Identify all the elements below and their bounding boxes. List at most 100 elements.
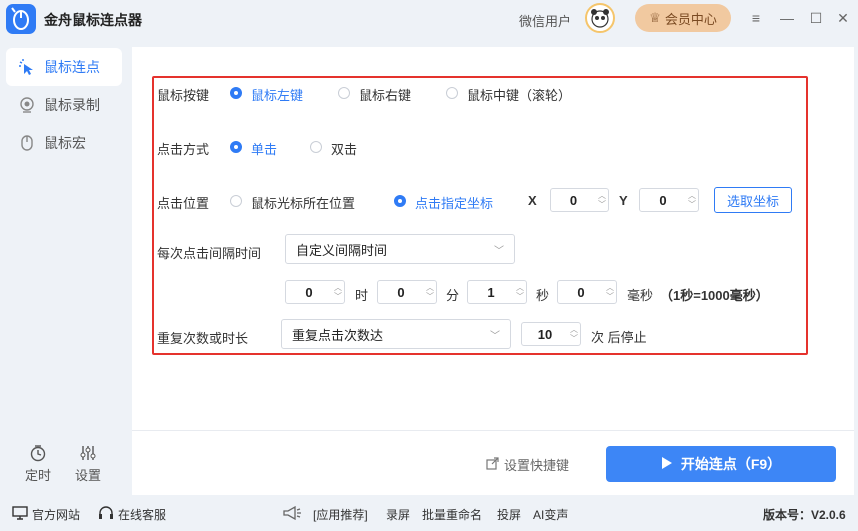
seconds-unit: 秒 — [536, 288, 550, 303]
headset-icon — [98, 506, 114, 523]
stepper-arrows-icon[interactable]: ︿ ﹀ — [424, 283, 436, 301]
option-single-click[interactable]: 单击 — [251, 139, 277, 158]
minutes-value: 0 — [397, 284, 405, 300]
interval-label: 每次点击间隔时间 — [157, 246, 262, 261]
user-name[interactable]: 微信用户 — [519, 11, 571, 30]
settings-label: 设置 — [74, 468, 101, 483]
x-value: 0 — [569, 192, 578, 208]
sidebar-item-macro[interactable]: 鼠标宏 — [6, 124, 122, 162]
chevron-down-icon: ﹀ — [494, 245, 504, 257]
app-recommend-label: [应用推荐] — [313, 508, 368, 522]
start-clicking-button[interactable]: 开始连点（F9） — [606, 446, 836, 482]
y-coordinate-stepper[interactable]: 0 ︿ ﹀ — [639, 188, 699, 212]
app-logo-icon — [6, 4, 36, 34]
website-label: 官方网站 — [32, 508, 81, 522]
footer-link-cast[interactable]: 投屏 — [497, 506, 521, 523]
milliseconds-value: 0 — [577, 284, 585, 300]
stepper-arrows-icon[interactable]: ︿ ﹀ — [686, 191, 698, 209]
monitor-icon — [12, 506, 28, 523]
radio-cursor-position[interactable] — [230, 195, 242, 207]
milliseconds-stepper[interactable]: 0 ︿ ﹀ — [557, 280, 617, 304]
sidebar-item-click[interactable]: 鼠标连点 — [6, 48, 122, 86]
x-coordinate-stepper[interactable]: 0 ︿ ﹀ — [550, 188, 609, 212]
seconds-value: 1 — [487, 284, 495, 300]
sidebar-item-label: 鼠标录制 — [44, 97, 100, 113]
pick-coordinate-button[interactable]: 选取坐标 — [714, 187, 792, 213]
play-icon — [661, 456, 673, 473]
footer-link-rename[interactable]: 批量重命名 — [422, 506, 482, 523]
repeat-count-value: 10 — [537, 326, 553, 342]
support-label: 在线客服 — [118, 508, 167, 522]
clock-icon — [18, 444, 58, 465]
crown-icon: ♕ — [649, 10, 661, 25]
click-mode-label: 点击方式 — [157, 142, 210, 157]
option-cursor-position[interactable]: 鼠标光标所在位置 — [251, 193, 355, 212]
sidebar-item-record[interactable]: 鼠标录制 — [6, 86, 122, 124]
settings-button[interactable]: 设置 — [68, 444, 108, 484]
radio-right-button[interactable] — [338, 87, 350, 99]
option-left-button[interactable]: 鼠标左键 — [251, 85, 303, 104]
app-title: 金舟鼠标连点器 — [44, 12, 142, 28]
stepper-arrows-icon[interactable]: ︿ ﹀ — [596, 191, 608, 209]
version-label: 版本号：V2.0.6 — [763, 508, 846, 522]
x-label: X — [528, 193, 537, 208]
interval-hint: （1秒=1000毫秒） — [660, 288, 769, 303]
sidebar-item-label: 鼠标宏 — [44, 135, 86, 151]
mouse-button-label: 鼠标按键 — [157, 88, 210, 103]
radio-double-click[interactable] — [310, 141, 322, 153]
hours-stepper[interactable]: 0 ︿ ﹀ — [285, 280, 345, 304]
hours-unit: 时 — [355, 288, 369, 303]
hours-value: 0 — [305, 284, 313, 300]
divider — [132, 430, 854, 431]
vip-center-button[interactable]: ♕ 会员中心 — [635, 4, 731, 32]
repeat-label: 重复次数或时长 — [157, 331, 249, 346]
chevron-down-icon: ﹀ — [490, 330, 500, 342]
vip-label: 会员中心 — [664, 11, 717, 27]
avatar[interactable] — [585, 3, 615, 33]
click-position-label: 点击位置 — [157, 196, 210, 211]
shortcut-label: 设置快捷键 — [504, 458, 570, 473]
start-label: 开始连点（F9） — [680, 456, 782, 472]
radio-fixed-coordinate[interactable] — [394, 195, 406, 207]
timer-button[interactable]: 定时 — [18, 444, 58, 484]
megaphone-icon — [282, 506, 302, 520]
shortcut-icon — [486, 456, 500, 473]
radio-single-click[interactable] — [230, 141, 242, 153]
radio-left-button[interactable] — [230, 87, 242, 99]
y-value: 0 — [659, 192, 667, 208]
interval-mode-value: 自定义间隔时间 — [296, 242, 388, 258]
interval-mode-select[interactable]: 自定义间隔时间 ﹀ — [285, 234, 515, 264]
repeat-mode-value: 重复点击次数达 — [292, 327, 384, 343]
official-website-link[interactable]: 官方网站 — [12, 506, 80, 523]
stepper-arrows-icon[interactable]: ︿ ﹀ — [604, 283, 616, 301]
mouse-icon — [18, 134, 36, 152]
option-fixed-coordinate[interactable]: 点击指定坐标 — [415, 193, 493, 212]
seconds-stepper[interactable]: 1 ︿ ﹀ — [467, 280, 527, 304]
option-double-click[interactable]: 双击 — [331, 139, 357, 158]
minutes-unit: 分 — [446, 288, 460, 303]
close-button[interactable]: ✕ — [833, 8, 853, 28]
sliders-icon — [68, 444, 108, 465]
repeat-suffix: 次 后停止 — [591, 330, 647, 345]
footer-link-recorder[interactable]: 录屏 — [386, 506, 410, 523]
footer-link-voice-changer[interactable]: AI变声 — [533, 506, 568, 523]
menu-icon[interactable]: ≡ — [746, 8, 766, 28]
stepper-arrows-icon[interactable]: ︿ ﹀ — [568, 325, 580, 343]
option-middle-button[interactable]: 鼠标中键（滚轮） — [467, 85, 571, 104]
highlight-frame — [152, 76, 808, 355]
repeat-mode-select[interactable]: 重复点击次数达 ﹀ — [281, 319, 511, 349]
online-support-link[interactable]: 在线客服 — [98, 506, 166, 523]
click-cursor-icon — [18, 58, 36, 76]
option-right-button[interactable]: 鼠标右键 — [359, 85, 411, 104]
maximize-button[interactable]: ☐ — [806, 8, 826, 28]
minimize-button[interactable]: — — [777, 8, 797, 28]
stepper-arrows-icon[interactable]: ︿ ﹀ — [514, 283, 526, 301]
repeat-count-stepper[interactable]: 10 ︿ ﹀ — [521, 322, 581, 346]
milliseconds-unit: 毫秒 — [627, 288, 654, 303]
footer: 官方网站 在线客服 [应用推荐] 录屏 批量重命名 投屏 AI变声 版本号：V2… — [0, 500, 858, 531]
minutes-stepper[interactable]: 0 ︿ ﹀ — [377, 280, 437, 304]
shortcut-setting-button[interactable]: 设置快捷键 — [486, 455, 569, 474]
radio-middle-button[interactable] — [446, 87, 458, 99]
record-icon — [18, 96, 36, 114]
stepper-arrows-icon[interactable]: ︿ ﹀ — [332, 283, 344, 301]
